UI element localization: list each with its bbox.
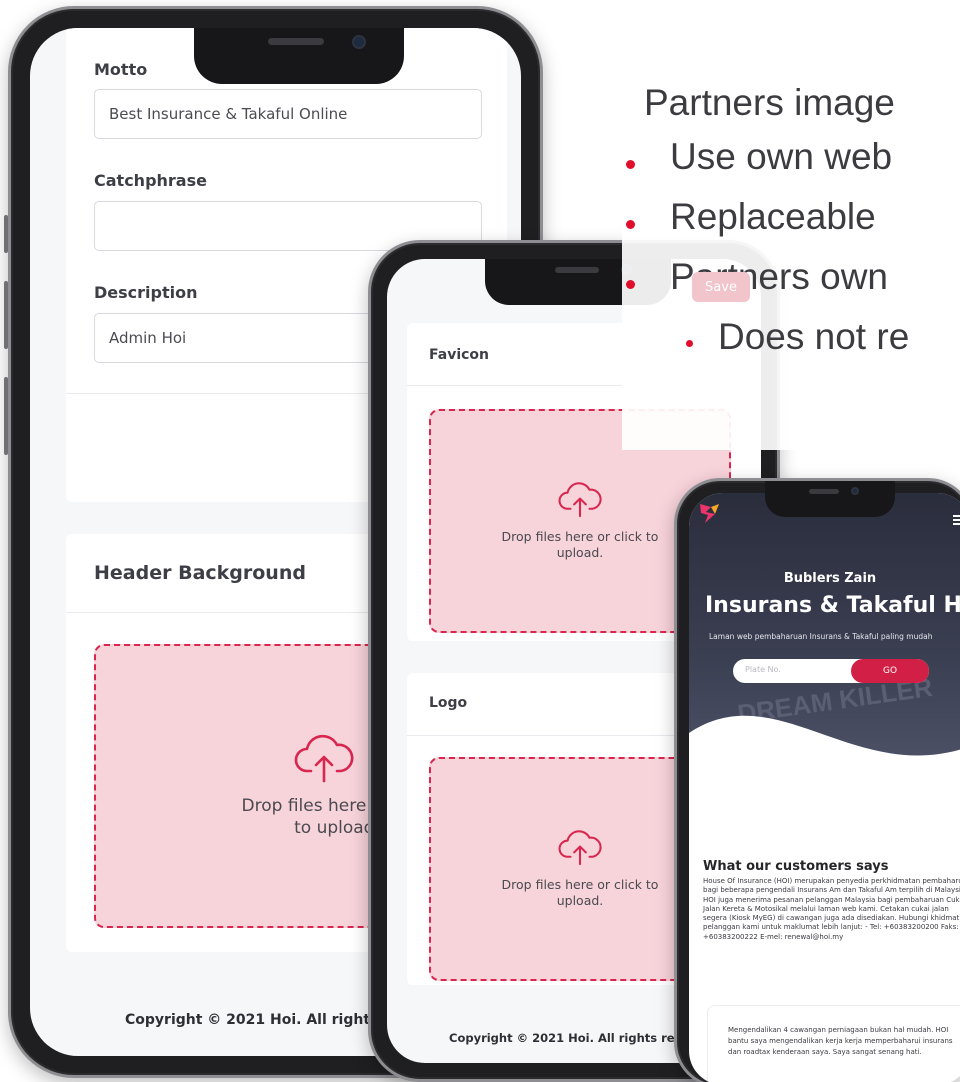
cloud-upload-icon [558, 482, 602, 518]
motto-label: Motto [94, 60, 148, 79]
dropzone-text: Drop files here or click to upload. [501, 877, 659, 908]
camera-icon [851, 487, 859, 495]
testimonial-card: Mengendalikan 4 cawangan perniagaan buka… [707, 1005, 960, 1082]
logo-title: Logo [429, 695, 468, 711]
bullet-dot [686, 340, 693, 347]
hero-banner: DREAM KILLER Bublers Zain Insurans & Tak… [689, 493, 960, 793]
brand-logo[interactable] [697, 501, 723, 529]
slide-text-panel: Partners image Use own web Replaceable P… [622, 60, 960, 450]
customers-heading: What our customers says [703, 859, 889, 874]
cloud-upload-icon [294, 734, 354, 783]
brand-name: Bublers Zain [783, 571, 877, 586]
speaker-grille [268, 38, 324, 45]
plate-number-input[interactable]: Plate No. [745, 665, 781, 674]
phone-notch [194, 28, 404, 84]
phone-side-button [4, 377, 8, 455]
phone3-screen: DREAM KILLER Bublers Zain Insurans & Tak… [689, 493, 960, 1082]
testimonial-text: Mengendalikan 4 cawangan perniagaan buka… [728, 1026, 953, 1056]
speaker-grille [555, 267, 599, 273]
header-background-title: Header Background [94, 562, 306, 584]
slide-bullet: Replaceable [670, 196, 876, 237]
bullet-dot [626, 160, 635, 169]
slide-title: Partners image [644, 82, 895, 123]
cloud-upload-icon [558, 830, 602, 866]
favicon-title: Favicon [429, 347, 489, 363]
speaker-grille [809, 489, 839, 494]
plate-search-form: Plate No. GO [733, 659, 929, 683]
hero-subtitle: Laman web pembaharuan Insurans & Takaful… [709, 632, 933, 641]
go-button[interactable]: GO [851, 659, 929, 683]
showcase-stage: Motto Best Insurance & Takaful Online Ca… [0, 0, 960, 1082]
logo-icon [700, 504, 719, 523]
catchphrase-label: Catchphrase [94, 171, 207, 190]
slide-sub-bullet: Does not re [718, 316, 910, 357]
bullet-dot [626, 280, 635, 289]
phone-notch [765, 481, 895, 517]
camera-icon [352, 35, 366, 49]
bullet-dot [626, 220, 635, 229]
description-label: Description [94, 283, 198, 302]
customers-paragraph: House Of Insurance (HOI) merupakan penye… [703, 877, 960, 941]
slide-bullet: Use own web [670, 136, 893, 177]
dropzone-text: Drop files here or click to upload. [501, 529, 659, 560]
motto-input[interactable]: Best Insurance & Takaful Online [94, 89, 482, 139]
hero-wave: DREAM KILLER [689, 672, 960, 793]
hero-title: Insurans & Takaful HOI [705, 593, 960, 618]
phone-side-button [4, 215, 8, 253]
copyright-text: Copyright © 2021 Hoi. All rights reser [449, 1031, 695, 1045]
hamburger-menu-icon[interactable] [953, 515, 960, 525]
save-button[interactable]: Save [692, 272, 750, 302]
copyright-text: Copyright © 2021 Hoi. All rights [125, 1012, 379, 1028]
phone-side-button [4, 281, 8, 349]
phone-mockup-small: DREAM KILLER Bublers Zain Insurans & Tak… [674, 478, 960, 1082]
